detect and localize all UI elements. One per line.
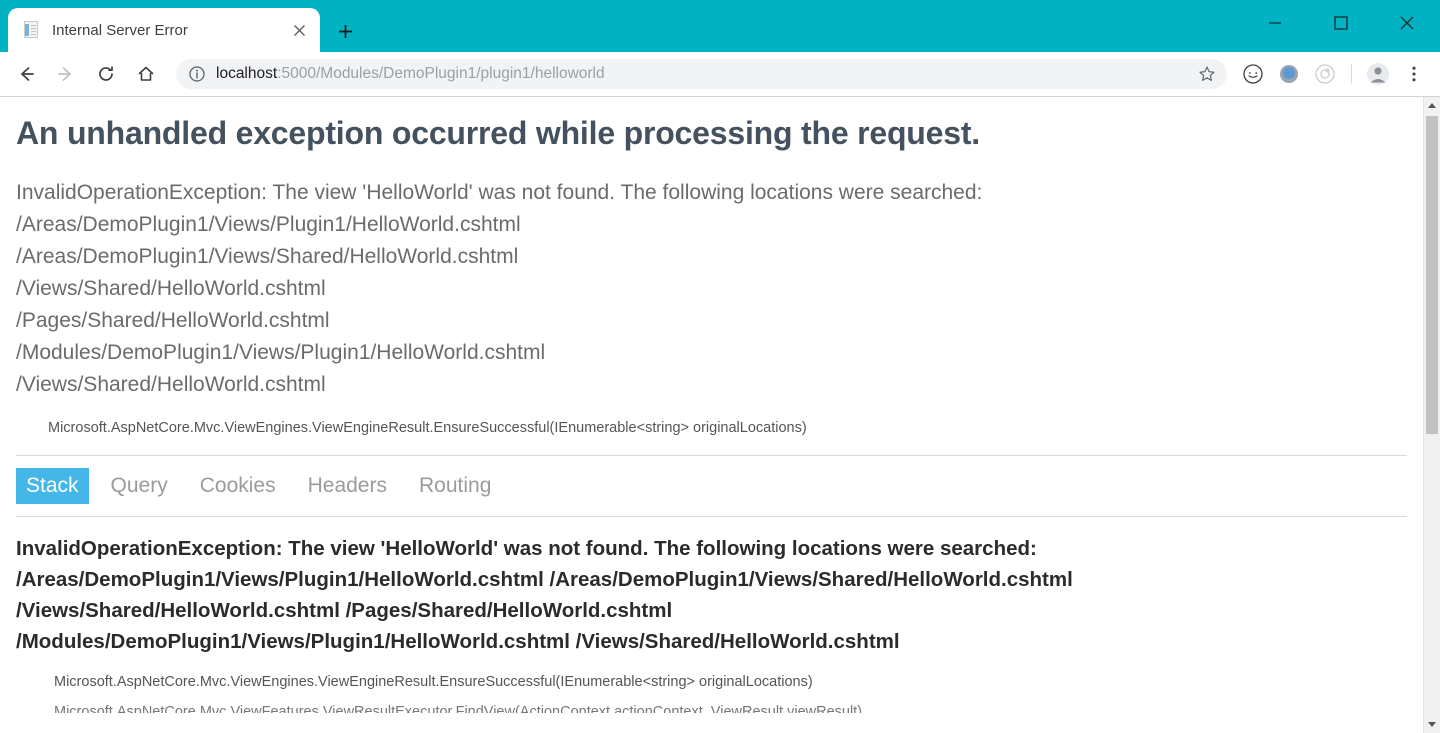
tab-stack[interactable]: Stack — [16, 467, 89, 504]
title-bar: Internal Server Error — [0, 0, 1440, 52]
summary-stack-frame: Microsoft.AspNetCore.Mvc.ViewEngines.Vie… — [48, 419, 807, 436]
target-circle-icon[interactable] — [1308, 57, 1342, 91]
smiley-circle-icon[interactable] — [1236, 57, 1270, 91]
close-icon[interactable] — [286, 17, 312, 43]
tab-routing[interactable]: Routing — [409, 468, 501, 504]
stack-exception-heading: InvalidOperationException: The view 'Hel… — [16, 517, 1407, 657]
browser-window: Internal Server Error localhost:5000/Mod… — [0, 0, 1440, 733]
stack-heading-line: /Areas/DemoPlugin1/Views/Plugin1/HelloWo… — [16, 567, 1073, 591]
three-dot-menu-icon[interactable] — [1397, 57, 1431, 91]
summary-line: InvalidOperationException: The view 'Hel… — [16, 180, 983, 204]
summary-line: /Views/Shared/HelloWorld.cshtml — [16, 276, 326, 300]
stack-heading-line: /Views/Shared/HelloWorld.cshtml /Pages/S… — [16, 598, 673, 622]
scroll-down-arrow[interactable] — [1424, 716, 1440, 733]
error-page: An unhandled exception occurred while pr… — [0, 97, 1423, 733]
window-controls — [1242, 0, 1440, 46]
stack-heading-line: InvalidOperationException: The view 'Hel… — [16, 536, 1037, 560]
star-icon[interactable] — [1193, 60, 1221, 88]
info-circle-icon[interactable] — [188, 65, 206, 83]
forward-arrow-icon[interactable] — [48, 56, 84, 92]
address-bar-path: :5000/Modules/DemoPlugin1/plugin1/hellow… — [277, 65, 605, 82]
tab-headers[interactable]: Headers — [298, 468, 397, 504]
address-bar-host: localhost — [216, 65, 278, 82]
stack-heading-line: /Modules/DemoPlugin1/Views/Plugin1/Hello… — [16, 629, 900, 653]
page-title: An unhandled exception occurred while pr… — [16, 115, 980, 151]
minimize-button[interactable] — [1242, 0, 1308, 46]
stack-frame: Microsoft.AspNetCore.Mvc.ViewEngines.Vie… — [54, 673, 813, 690]
summary-line: /Areas/DemoPlugin1/Views/Plugin1/HelloWo… — [16, 212, 521, 236]
summary-line: /Areas/DemoPlugin1/Views/Shared/HelloWor… — [16, 244, 519, 268]
summary-line: /Modules/DemoPlugin1/Views/Plugin1/Hello… — [16, 340, 546, 364]
toolbar-divider — [1351, 64, 1352, 84]
page-scrollbar[interactable] — [1423, 97, 1440, 733]
page-viewport: An unhandled exception occurred while pr… — [0, 96, 1440, 733]
blue-circle-icon[interactable] — [1272, 57, 1306, 91]
close-button[interactable] — [1374, 0, 1440, 46]
tab-query[interactable]: Query — [101, 468, 178, 504]
new-tab-button[interactable] — [328, 14, 362, 48]
tab-cookies[interactable]: Cookies — [190, 468, 286, 504]
home-icon[interactable] — [128, 56, 164, 92]
tab-strip: Internal Server Error — [0, 0, 362, 52]
browser-toolbar: localhost:5000/Modules/DemoPlugin1/plugi… — [0, 52, 1440, 96]
reload-icon[interactable] — [88, 56, 124, 92]
avatar-icon[interactable] — [1361, 57, 1395, 91]
browser-tab[interactable]: Internal Server Error — [8, 8, 320, 52]
scroll-thumb[interactable] — [1426, 116, 1438, 434]
summary-line: /Views/Shared/HelloWorld.cshtml — [16, 372, 326, 396]
document-icon — [22, 21, 40, 39]
browser-tab-title: Internal Server Error — [52, 21, 188, 39]
error-tabs: Stack Query Cookies Headers Routing — [16, 456, 1407, 516]
summary-line: /Pages/Shared/HelloWorld.cshtml — [16, 308, 330, 332]
address-bar-url[interactable]: localhost:5000/Modules/DemoPlugin1/plugi… — [216, 65, 1193, 83]
exception-summary: InvalidOperationException: The view 'Hel… — [16, 177, 1407, 401]
stack-frame: Microsoft.AspNetCore.Mvc.ViewFeatures.Vi… — [54, 703, 863, 713]
back-arrow-icon[interactable] — [8, 56, 44, 92]
scroll-up-arrow[interactable] — [1424, 97, 1440, 114]
maximize-button[interactable] — [1308, 0, 1374, 46]
address-bar[interactable]: localhost:5000/Modules/DemoPlugin1/plugi… — [176, 59, 1227, 89]
